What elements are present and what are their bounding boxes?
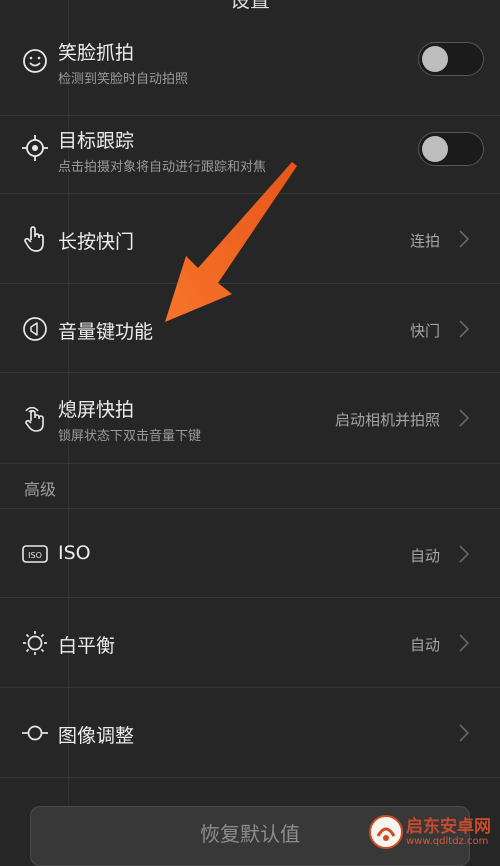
setting-title: 长按快门 [58,231,135,253]
chevron-right-icon [459,320,470,338]
setting-title: 图像调整 [58,725,135,747]
setting-subtitle: 点击拍摄对象将自动进行跟踪和对焦 [58,160,267,175]
setting-iso[interactable]: ISO ISO 自动 [0,508,500,598]
watermark-name: 启东安卓网 [406,817,491,837]
setting-title: ISO [58,542,91,564]
setting-long-press-shutter[interactable]: 长按快门 连拍 [0,194,500,284]
double-tap-icon [25,406,44,432]
target-tracking-toggle[interactable] [418,132,484,166]
setting-subtitle: 检测到笑脸时自动拍照 [58,72,189,87]
smile-capture-toggle[interactable] [418,42,484,76]
section-header-advanced: 高级 [24,480,57,499]
chevron-right-icon [459,545,470,563]
target-icon [22,135,48,161]
setting-title: 目标跟踪 [58,130,135,152]
smile-icon [23,49,47,73]
chevron-right-icon [459,634,470,652]
setting-value: 快门 [409,322,440,340]
watermark-url: www.qdltdz.com [406,836,489,847]
setting-title: 笑脸抓拍 [58,42,135,64]
setting-volume-key[interactable]: 音量键功能 快门 [0,284,500,373]
setting-smile-capture[interactable]: 笑脸抓拍 检测到笑脸时自动拍照 [0,22,500,116]
adjust-icon [22,725,48,741]
svg-text:ISO: ISO [28,551,42,560]
setting-white-balance[interactable]: 白平衡 自动 [0,598,500,688]
setting-title: 熄屏快拍 [58,399,135,421]
setting-title: 白平衡 [58,635,116,657]
setting-value: 自动 [409,547,440,565]
watermark-logo: 启东安卓网 www.qdltdz.com [364,808,500,856]
chevron-right-icon [459,230,470,248]
setting-image-adjust[interactable]: 图像调整 [0,688,500,778]
setting-value: 启动相机并拍照 [334,411,440,429]
setting-subtitle: 锁屏状态下双击音量下键 [58,429,202,444]
setting-value: 连拍 [409,232,440,250]
toggle-knob [422,136,448,162]
hand-tap-icon [24,226,44,252]
chevron-right-icon [459,724,470,742]
volume-icon [23,317,47,341]
page-title: 设置 [230,0,270,12]
iso-icon: ISO [22,545,48,563]
setting-target-tracking[interactable]: 目标跟踪 点击拍摄对象将自动进行跟踪和对焦 [0,116,500,194]
toggle-knob [422,46,448,72]
watermark-emblem-icon [369,815,403,849]
chevron-right-icon [459,409,470,427]
sun-icon [23,631,47,655]
setting-title: 音量键功能 [58,321,154,343]
setting-value: 自动 [409,636,440,654]
setting-screen-off-snap[interactable]: 熄屏快拍 锁屏状态下双击音量下键 启动相机并拍照 [0,373,500,464]
